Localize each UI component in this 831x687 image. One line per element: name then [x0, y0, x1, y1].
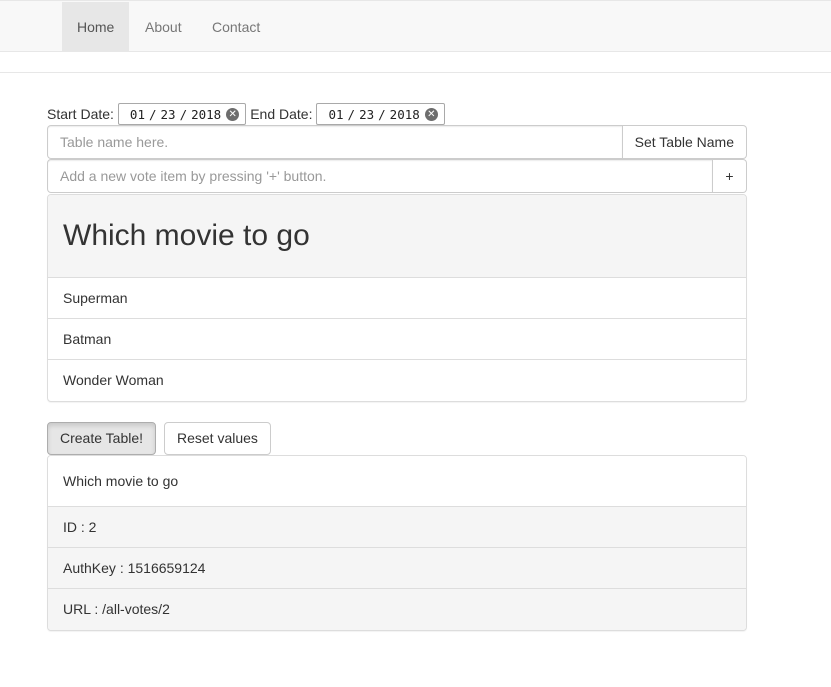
- divider: [0, 72, 831, 73]
- add-vote-item-button[interactable]: +: [713, 159, 747, 193]
- date-separator: /: [148, 106, 157, 122]
- date-separator: /: [347, 106, 356, 122]
- vote-panel: Which movie to go Superman Batman Wonder…: [47, 194, 747, 402]
- start-date-input[interactable]: 01 / 23 / 2018 ✕: [117, 103, 247, 125]
- date-range: Start Date: 01 / 23 / 2018 ✕ End Date: 0…: [47, 103, 449, 125]
- result-panel-title: Which movie to go: [48, 456, 746, 507]
- date-separator: /: [179, 106, 188, 122]
- reset-values-button[interactable]: Reset values: [164, 422, 271, 455]
- create-table-button[interactable]: Create Table!: [47, 422, 157, 455]
- table-name-group: Table name here. Set Table Name: [47, 125, 747, 159]
- vote-item-input[interactable]: Add a new vote item by pressing '+' butt…: [47, 159, 713, 193]
- clear-circle-icon[interactable]: ✕: [226, 107, 240, 121]
- end-year[interactable]: 2018: [390, 107, 420, 122]
- nav-contact[interactable]: Contact: [197, 2, 275, 52]
- end-month[interactable]: 01: [328, 107, 343, 122]
- result-url[interactable]: URL : /all-votes/2: [48, 589, 746, 630]
- vote-item-group: Add a new vote item by pressing '+' butt…: [47, 159, 747, 193]
- start-date-label: Start Date:: [47, 106, 114, 122]
- start-day[interactable]: 23: [161, 107, 176, 122]
- start-year[interactable]: 2018: [191, 107, 221, 122]
- navbar: Home About Contact: [0, 0, 831, 52]
- result-panel: Which movie to go ID : 2 AuthKey : 15166…: [47, 455, 747, 631]
- vote-panel-title: Which movie to go: [48, 195, 746, 278]
- result-id: ID : 2: [48, 507, 746, 548]
- set-table-name-button[interactable]: Set Table Name: [622, 125, 747, 159]
- nav-about[interactable]: About: [130, 2, 197, 52]
- clear-circle-icon[interactable]: ✕: [424, 107, 438, 121]
- nav-home[interactable]: Home: [62, 2, 130, 52]
- vote-item[interactable]: Batman: [48, 319, 746, 360]
- table-name-input[interactable]: Table name here.: [47, 125, 623, 159]
- end-date-input[interactable]: 01 / 23 / 2018 ✕: [316, 103, 445, 125]
- date-separator: /: [378, 106, 386, 122]
- end-day[interactable]: 23: [359, 107, 374, 122]
- result-authkey: AuthKey : 1516659124: [48, 548, 746, 589]
- end-date-label: End Date:: [250, 106, 313, 122]
- vote-item[interactable]: Wonder Woman: [48, 360, 746, 401]
- start-month[interactable]: 01: [130, 107, 145, 122]
- vote-item[interactable]: Superman: [48, 278, 746, 319]
